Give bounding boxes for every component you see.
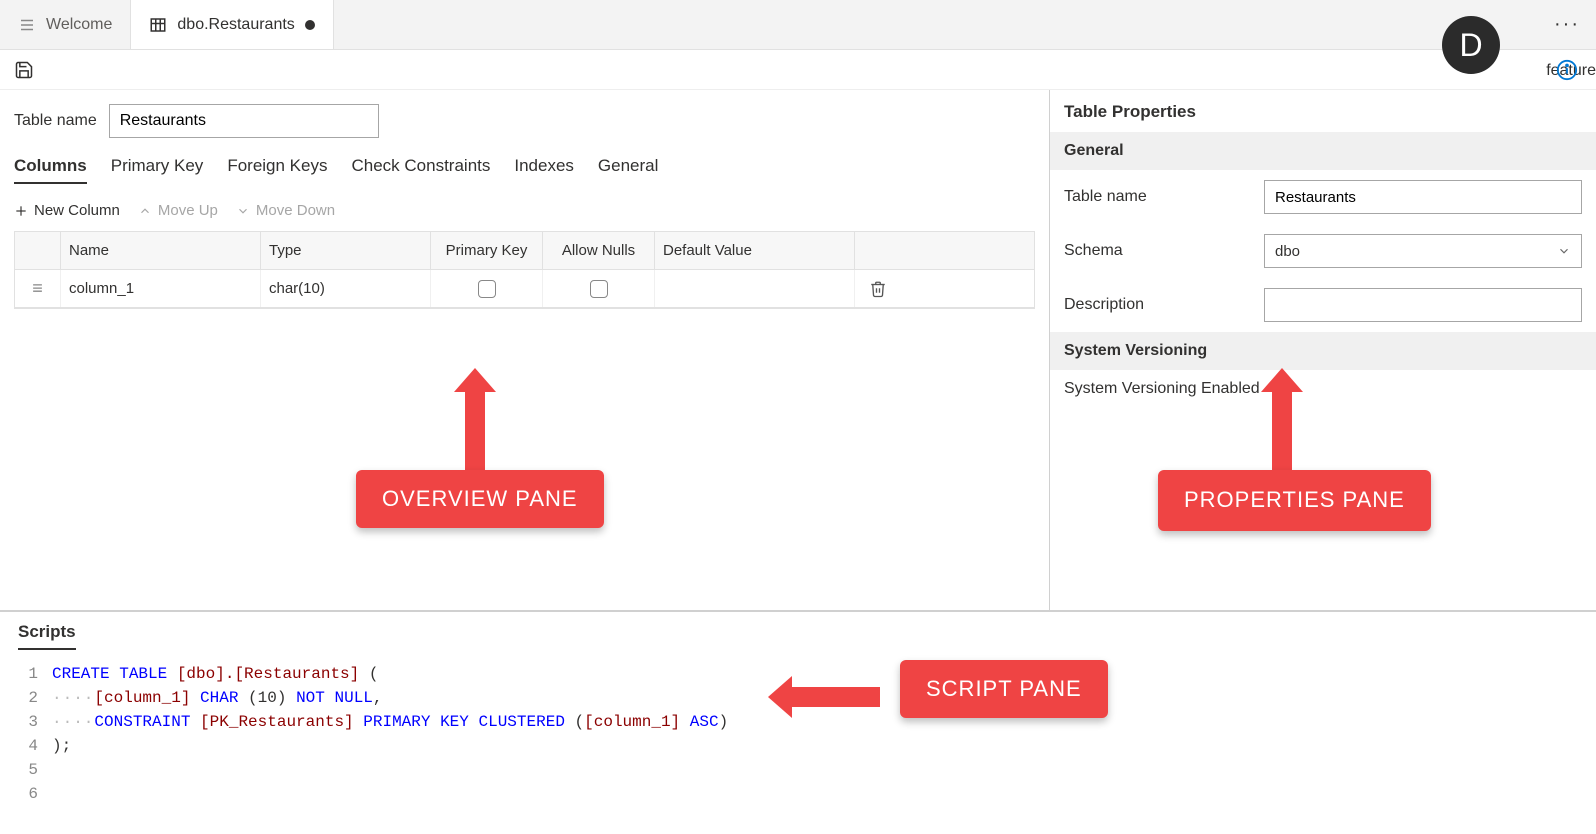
header-name: Name xyxy=(61,232,261,269)
avatar-initial: D xyxy=(1459,27,1482,64)
code-line-6: 6 xyxy=(18,782,1578,806)
subtab-check-constraints[interactable]: Check Constraints xyxy=(351,156,490,184)
section-general: General xyxy=(1050,132,1596,170)
columns-grid: Name Type Primary Key Allow Nulls Defaul… xyxy=(14,231,1035,309)
checkbox-pk[interactable] xyxy=(478,280,496,298)
cell-type[interactable]: char(10) xyxy=(261,270,431,307)
prop-schema-row: Schema dbo xyxy=(1050,224,1596,278)
overview-pane: Table name Columns Primary Key Foreign K… xyxy=(0,90,1050,610)
editor-toolbar xyxy=(0,50,1596,90)
column-actions-row: New Column Move Up Move Down xyxy=(14,202,1035,219)
section-sysver: System Versioning xyxy=(1050,332,1596,370)
tab-right-controls: ··· xyxy=(1548,0,1596,49)
cell-name[interactable]: column_1 xyxy=(61,270,261,307)
prop-sysver-row: System Versioning Enabled xyxy=(1050,370,1596,408)
header-handle xyxy=(15,232,61,269)
avatar[interactable]: D xyxy=(1442,16,1500,74)
annotation-script: SCRIPT PANE xyxy=(900,660,1108,718)
annotation-properties: PROPERTIES PANE xyxy=(1158,470,1431,531)
move-down-button[interactable]: Move Down xyxy=(236,202,335,219)
checkbox-nulls[interactable] xyxy=(590,280,608,298)
move-up-button[interactable]: Move Up xyxy=(138,202,218,219)
move-up-label: Move Up xyxy=(158,202,218,219)
table-name-label: Table name xyxy=(14,112,97,130)
subtab-indexes[interactable]: Indexes xyxy=(514,156,574,184)
cell-default[interactable] xyxy=(655,270,855,307)
table-icon xyxy=(149,16,167,34)
code-editor[interactable]: 1 CREATE TABLE [dbo].[Restaurants] ( 2 ·… xyxy=(18,656,1578,812)
code-line-4: 4 ); xyxy=(18,734,1578,758)
prop-schema-value: dbo xyxy=(1275,243,1300,260)
delete-row-button[interactable] xyxy=(855,270,901,307)
prop-schema-label: Schema xyxy=(1064,242,1254,260)
header-type: Type xyxy=(261,232,431,269)
subtab-foreign-keys[interactable]: Foreign Keys xyxy=(227,156,327,184)
cell-allow-nulls[interactable] xyxy=(543,270,655,307)
header-allow-nulls: Allow Nulls xyxy=(543,232,655,269)
arrow-script xyxy=(790,687,880,707)
list-icon xyxy=(18,16,36,34)
table-name-row: Table name xyxy=(14,104,1035,138)
chevron-down-icon xyxy=(236,204,250,218)
plus-icon xyxy=(14,204,28,218)
properties-title: Table Properties xyxy=(1050,90,1596,132)
code-line-1: 1 CREATE TABLE [dbo].[Restaurants] ( xyxy=(18,662,1578,686)
header-default-value: Default Value xyxy=(655,232,855,269)
move-down-label: Move Down xyxy=(256,202,335,219)
subtab-primary-key[interactable]: Primary Key xyxy=(111,156,204,184)
code-line-5: 5 xyxy=(18,758,1578,782)
table-row[interactable]: ≡ column_1 char(10) xyxy=(15,270,1034,308)
prop-description-row: Description xyxy=(1050,278,1596,332)
save-icon[interactable] xyxy=(14,60,34,80)
prop-schema-select[interactable]: dbo xyxy=(1264,234,1582,268)
dirty-indicator-icon xyxy=(305,20,315,30)
tab-welcome-label: Welcome xyxy=(46,16,112,34)
editor-tab-strip: Welcome dbo.Restaurants ··· xyxy=(0,0,1596,50)
prop-description-label: Description xyxy=(1064,296,1254,314)
prop-table-name-label: Table name xyxy=(1064,188,1254,206)
arrow-overview xyxy=(465,390,485,470)
prop-description-input[interactable] xyxy=(1264,288,1582,322)
cell-primary-key[interactable] xyxy=(431,270,543,307)
more-actions-button[interactable]: ··· xyxy=(1548,13,1586,36)
drag-handle-icon[interactable]: ≡ xyxy=(15,270,61,307)
header-primary-key: Primary Key xyxy=(431,232,543,269)
chevron-up-icon xyxy=(138,204,152,218)
chevron-down-icon xyxy=(1557,244,1571,258)
table-name-input[interactable] xyxy=(109,104,379,138)
prop-table-name-input[interactable] xyxy=(1264,180,1582,214)
arrow-properties xyxy=(1272,390,1292,470)
tab-welcome[interactable]: Welcome xyxy=(0,0,131,49)
subtab-general[interactable]: General xyxy=(598,156,658,184)
info-icon[interactable] xyxy=(1556,59,1578,81)
properties-pane: Table Properties General Table name Sche… xyxy=(1050,90,1596,610)
new-column-label: New Column xyxy=(34,202,120,219)
code-line-3: 3 ····CONSTRAINT [PK_Restaurants] PRIMAR… xyxy=(18,710,1578,734)
header-actions xyxy=(855,232,901,269)
tab-table[interactable]: dbo.Restaurants xyxy=(131,0,333,49)
designer-subtabs: Columns Primary Key Foreign Keys Check C… xyxy=(14,156,1035,184)
annotation-overview: OVERVIEW PANE xyxy=(356,470,604,528)
script-pane: Scripts 1 CREATE TABLE [dbo].[Restaurant… xyxy=(0,610,1596,812)
tab-table-label: dbo.Restaurants xyxy=(177,16,294,34)
trash-icon xyxy=(869,280,887,298)
main-layout: Table name Columns Primary Key Foreign K… xyxy=(0,90,1596,610)
subtab-columns[interactable]: Columns xyxy=(14,156,87,184)
scripts-tab[interactable]: Scripts xyxy=(18,622,76,650)
columns-grid-header: Name Type Primary Key Allow Nulls Defaul… xyxy=(15,232,1034,270)
prop-sysver-label: System Versioning Enabled xyxy=(1064,380,1260,398)
prop-table-name-row: Table name xyxy=(1050,170,1596,224)
new-column-button[interactable]: New Column xyxy=(14,202,120,219)
